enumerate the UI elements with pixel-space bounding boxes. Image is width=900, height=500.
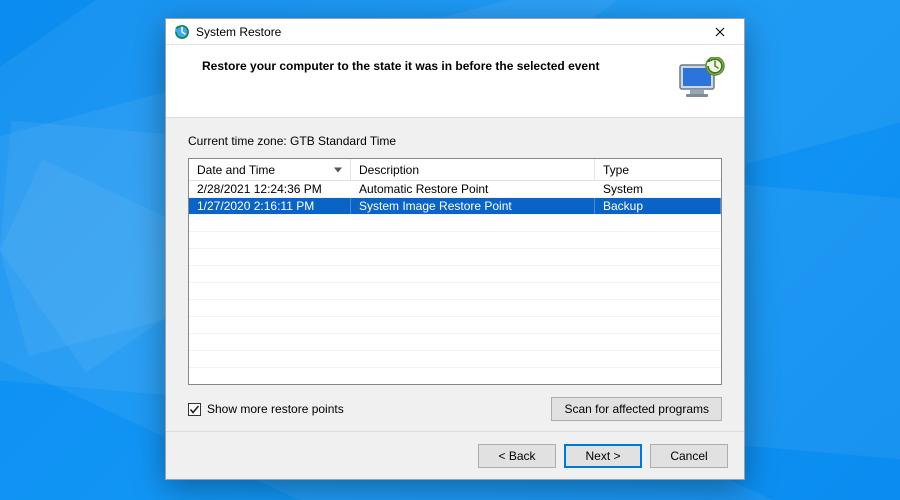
column-header-type[interactable]: Type <box>595 159 721 180</box>
restore-monitor-icon <box>678 57 726 99</box>
empty-row <box>189 249 721 266</box>
window-title: System Restore <box>196 25 702 39</box>
table-row[interactable]: 2/28/2021 12:24:36 PMAutomatic Restore P… <box>189 181 721 198</box>
cell-desc: Automatic Restore Point <box>351 181 595 197</box>
cell-date: 1/27/2020 2:16:11 PM <box>189 198 351 214</box>
close-icon <box>715 27 725 37</box>
column-header-description[interactable]: Description <box>351 159 595 180</box>
table-row[interactable]: 1/27/2020 2:16:11 PMSystem Image Restore… <box>189 198 721 215</box>
list-body: 2/28/2021 12:24:36 PMAutomatic Restore P… <box>189 181 721 384</box>
close-button[interactable] <box>702 22 738 42</box>
system-restore-dialog: System Restore Restore your computer to … <box>165 18 745 480</box>
empty-row <box>189 215 721 232</box>
checkbox-box <box>188 403 201 416</box>
cell-type: Backup <box>595 198 721 214</box>
empty-row <box>189 283 721 300</box>
system-restore-icon <box>174 24 190 40</box>
restore-points-list: Date and Time Description Type 2/28/2021… <box>188 158 722 385</box>
empty-row <box>189 232 721 249</box>
next-button[interactable]: Next > <box>564 444 642 468</box>
empty-row <box>189 351 721 368</box>
checkbox-label: Show more restore points <box>207 402 344 416</box>
list-footer: Show more restore points Scan for affect… <box>188 385 722 421</box>
back-button[interactable]: < Back <box>478 444 556 468</box>
empty-row <box>189 266 721 283</box>
titlebar: System Restore <box>166 19 744 45</box>
cancel-button[interactable]: Cancel <box>650 444 728 468</box>
cell-date: 2/28/2021 12:24:36 PM <box>189 181 351 197</box>
empty-row <box>189 317 721 334</box>
scan-affected-button[interactable]: Scan for affected programs <box>551 397 722 421</box>
timezone-label: Current time zone: GTB Standard Time <box>188 134 722 148</box>
empty-row <box>189 334 721 351</box>
cell-desc: System Image Restore Point <box>351 198 595 214</box>
wizard-heading: Restore your computer to the state it wa… <box>202 57 666 73</box>
wizard-footer: < Back Next > Cancel <box>166 431 744 479</box>
checkmark-icon <box>189 404 200 415</box>
cell-type: System <box>595 181 721 197</box>
wizard-header: Restore your computer to the state it wa… <box>166 45 744 118</box>
column-header-date[interactable]: Date and Time <box>189 159 351 180</box>
show-more-checkbox[interactable]: Show more restore points <box>188 402 344 416</box>
empty-row <box>189 300 721 317</box>
wizard-body: Current time zone: GTB Standard Time Dat… <box>166 118 744 431</box>
list-header: Date and Time Description Type <box>189 159 721 181</box>
